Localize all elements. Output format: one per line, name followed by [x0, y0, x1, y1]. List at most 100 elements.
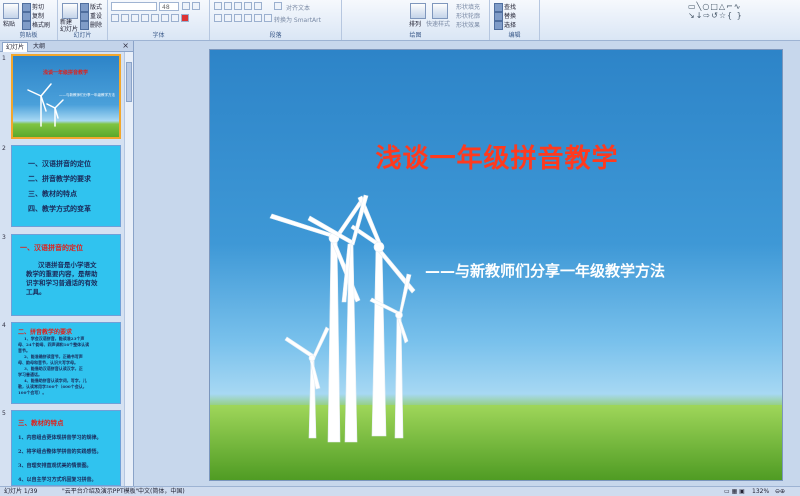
- underline-icon[interactable]: [131, 14, 139, 22]
- thumb5-body-line: 3、自理安排直观优美的情景图。: [18, 463, 92, 469]
- align-left-icon[interactable]: [214, 14, 222, 22]
- select-label: 选择: [504, 22, 517, 29]
- ribbon: 粘贴 剪切 复制 格式刷 剪贴板 新建 幻灯片 版式 重设 删除 幻灯片 48 …: [0, 0, 800, 41]
- slide-canvas[interactable]: 浅谈一年级拼音教学 ——与新教师们分享一年级教学方法: [209, 49, 783, 481]
- thumb2-line: 四、教学方式的变革: [28, 204, 91, 213]
- tab-outline[interactable]: 大纲: [30, 42, 48, 51]
- font-color-icon[interactable]: [181, 14, 189, 22]
- bullets-icon[interactable]: [214, 2, 222, 10]
- select-icon: [494, 21, 503, 30]
- thumb1-title: 浅谈一年级拼音教学: [43, 70, 89, 76]
- thumb4-body-line: 100个会写）。: [18, 390, 47, 395]
- thumb3-body-line: 汉语拼音是小学语文: [38, 261, 97, 269]
- panel-scroll-thumb[interactable]: [126, 62, 132, 102]
- align-center-icon[interactable]: [224, 14, 232, 22]
- font-group-label: 字体: [152, 32, 165, 39]
- slide-subtitle[interactable]: ——与新教师们分享一年级教学方法: [425, 260, 665, 281]
- drawing-group: ▭╲○□△⌐∿ ↘↓⇨↺☆{ } 排列 快速样式 形状填充 形状轮廓 形状效果 绘…: [342, 0, 742, 40]
- slide-number: 2: [2, 145, 6, 152]
- arrange-icon[interactable]: [410, 3, 426, 19]
- slide-number: 5: [2, 410, 6, 417]
- convert-smartart-button[interactable]: 转换为 SmartArt: [274, 15, 321, 24]
- slides-group: 新建 幻灯片 版式 重设 删除 幻灯片: [58, 0, 108, 40]
- thumb3-body-line: 教学的重要内容，是帮助: [26, 270, 98, 278]
- columns-icon[interactable]: [264, 14, 272, 22]
- delete-icon: [80, 21, 89, 30]
- grow-font-icon[interactable]: [182, 2, 190, 10]
- find-label: 查找: [504, 4, 517, 11]
- strikethrough-icon[interactable]: [141, 14, 149, 22]
- layout-label: 版式: [90, 4, 103, 11]
- new-slide-icon[interactable]: [62, 3, 78, 19]
- editing-group-label: 编辑: [508, 32, 521, 39]
- slide-thumbnail-5[interactable]: 三、教材的特点 1、内容组合更体现拼音学习的规律。 2、将字组合整体学拼音的实践…: [11, 410, 121, 486]
- slide-number: 1: [2, 55, 6, 62]
- panel-scrollbar[interactable]: [124, 52, 133, 486]
- replace-label: 替换: [504, 13, 517, 20]
- editing-group: 查找 替换 选择 编辑: [490, 0, 540, 40]
- quick-styles-icon[interactable]: [432, 3, 448, 19]
- thumb2-line: 一、汉语拼音的定位: [28, 159, 91, 168]
- slide-number: 3: [2, 234, 6, 241]
- align-text-button[interactable]: 对齐文本: [286, 3, 310, 12]
- arrange-button[interactable]: 排列: [409, 19, 421, 28]
- format-painter-button[interactable]: 格式刷: [22, 20, 50, 30]
- slide-title[interactable]: 浅谈一年级拼音教学: [210, 138, 782, 175]
- bold-icon[interactable]: [111, 14, 119, 22]
- shape-outline-button[interactable]: 形状轮廓: [456, 11, 480, 20]
- delete-button[interactable]: 删除: [80, 20, 102, 30]
- font-name-dropdown[interactable]: [111, 2, 157, 11]
- shadow-icon[interactable]: [151, 14, 159, 22]
- delete-label: 删除: [90, 22, 103, 29]
- slide-thumbnail-2[interactable]: 一、汉语拼音的定位 二、拼音教学的要求 三、教材的特点 四、教学方式的变革: [11, 145, 121, 227]
- italic-icon[interactable]: [121, 14, 129, 22]
- paragraph-group: 对齐文本 转换为 SmartArt 段落: [210, 0, 342, 40]
- shapes-gallery[interactable]: ▭╲○□△⌐∿ ↘↓⇨↺☆{ }: [688, 2, 748, 28]
- thumb5-heading: 三、教材的特点: [18, 419, 64, 427]
- text-direction-icon[interactable]: [274, 2, 282, 10]
- align-right-icon[interactable]: [234, 14, 242, 22]
- paste-icon[interactable]: [3, 3, 19, 19]
- slides-group-label: 幻灯片: [73, 32, 92, 39]
- paste-button[interactable]: 粘贴: [3, 19, 15, 28]
- change-case-icon[interactable]: [171, 14, 179, 22]
- quick-styles-button[interactable]: 快速样式: [426, 19, 450, 28]
- paragraph-group-label: 段落: [269, 32, 282, 39]
- font-size-dropdown[interactable]: 48: [159, 2, 179, 11]
- char-spacing-icon[interactable]: [161, 14, 169, 22]
- thumb2-line: 三、教材的特点: [28, 189, 77, 198]
- distribute-icon[interactable]: [254, 14, 262, 22]
- increase-indent-icon[interactable]: [244, 2, 252, 10]
- thumb3-body-line: 识字和学习普通话的有效: [26, 279, 98, 287]
- format-painter-label: 格式刷: [32, 22, 51, 29]
- close-panel-icon[interactable]: ×: [122, 41, 129, 51]
- shrink-font-icon[interactable]: [192, 2, 200, 10]
- clipboard-group-label: 剪贴板: [19, 32, 38, 39]
- slide-thumbnail-4[interactable]: 二、拼音教学的要求 1、学会汉语拼音，能读准23个声 母、24个韵母、四声调和1…: [11, 322, 121, 404]
- select-button[interactable]: 选择: [494, 20, 516, 30]
- font-group: 48 字体: [108, 0, 210, 40]
- numbering-icon[interactable]: [224, 2, 232, 10]
- slides-panel: 幻灯片 大纲 × 1 浅谈一年级拼音教学 ——与新教师们分享一年级教学方法 2 …: [0, 41, 134, 486]
- shape-fill-button[interactable]: 形状填充: [456, 2, 480, 11]
- thumb2-line: 二、拼音教学的要求: [28, 174, 91, 183]
- slide-thumbnail-1[interactable]: 浅谈一年级拼音教学 ——与新教师们分享一年级教学方法: [11, 54, 121, 139]
- tab-slides[interactable]: 幻灯片: [2, 42, 29, 52]
- line-spacing-icon[interactable]: [254, 2, 262, 10]
- thumb5-body-line: 2、将字组合整体学拼音的实践感悟。: [18, 449, 102, 455]
- justify-icon[interactable]: [244, 14, 252, 22]
- thumb5-body-line: 1、内容组合更体现拼音学习的规律。: [18, 435, 102, 441]
- decrease-indent-icon[interactable]: [234, 2, 242, 10]
- cut-label: 剪切: [32, 4, 45, 11]
- thumb5-body-line: 4、以自主学习方式巩固复习拼音。: [18, 477, 97, 483]
- thumb1-subtitle: ——与新教师们分享一年级教学方法: [59, 93, 115, 97]
- slide-number: 4: [2, 322, 6, 329]
- clipboard-group: 粘贴 剪切 复制 格式刷 剪贴板: [0, 0, 58, 40]
- slide-thumbnail-3[interactable]: 一、汉语拼音的定位 汉语拼音是小学语文 教学的重要内容，是帮助 识字和学习普通话…: [11, 234, 121, 316]
- reset-label: 重设: [90, 13, 103, 20]
- thumb4-heading: 二、拼音教学的要求: [18, 329, 73, 336]
- copy-label: 复制: [32, 13, 45, 20]
- thumb3-body-line: 工具。: [26, 288, 46, 296]
- thumb3-heading: 一、汉语拼音的定位: [20, 243, 83, 252]
- shape-effects-button[interactable]: 形状效果: [456, 20, 480, 29]
